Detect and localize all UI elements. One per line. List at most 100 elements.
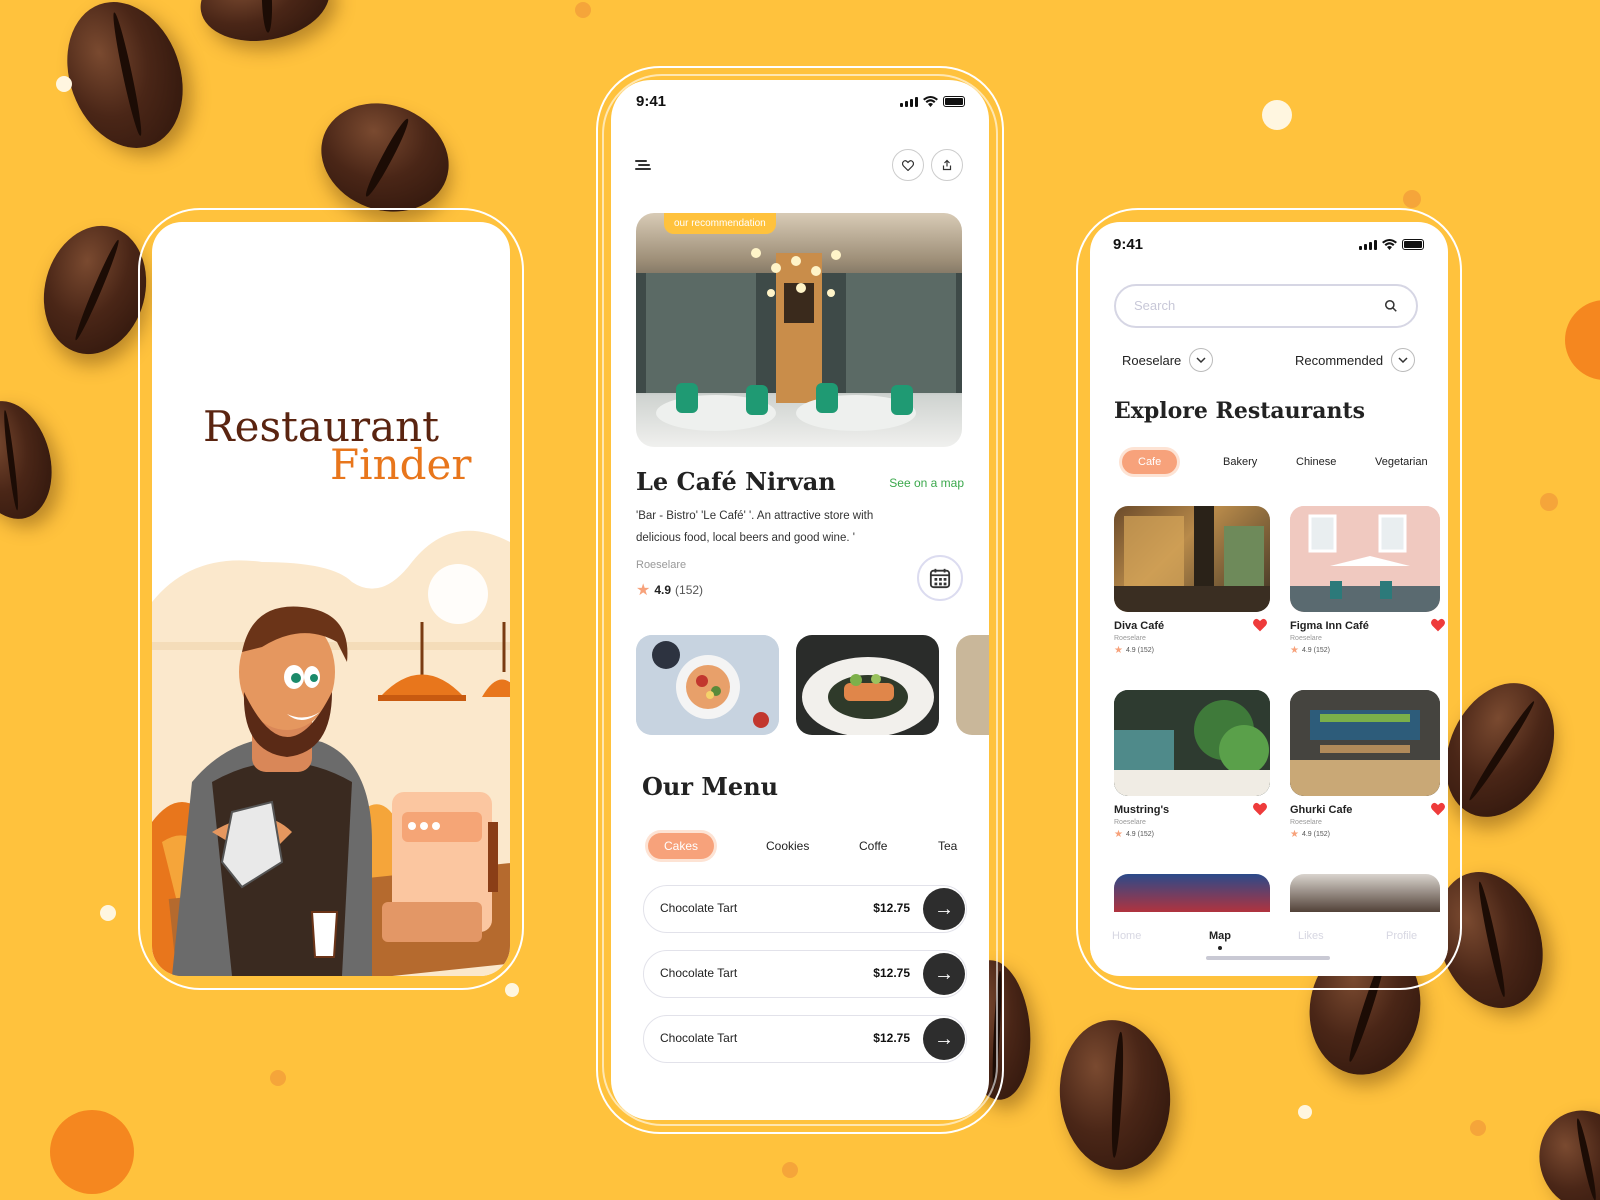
coffee-bean	[1053, 1015, 1177, 1175]
review-count: (152)	[675, 583, 704, 597]
nav-map[interactable]: Map	[1209, 930, 1231, 942]
search-box	[1114, 284, 1418, 328]
decor-dot	[100, 905, 116, 921]
cafe-illustration	[1290, 506, 1440, 612]
decor-dot	[270, 1070, 286, 1086]
barista-illustration	[152, 530, 510, 976]
restaurant-card[interactable]: Ghurki Cafe Roeselare ★ 4.9 (152)	[1290, 690, 1445, 840]
arrow-right-icon[interactable]: →	[923, 1018, 965, 1060]
see-on-map-link[interactable]: See on a map	[889, 476, 964, 490]
search-icon[interactable]	[1384, 299, 1398, 313]
menu-item-row[interactable]: Chocolate Tart $12.75 →	[643, 950, 967, 998]
rating-value: 4.9 (152)	[1125, 647, 1154, 654]
menu-item-price: $12.75	[873, 1031, 910, 1045]
decor-dot	[505, 983, 519, 997]
calendar-icon	[929, 568, 951, 589]
cafe-illustration	[1114, 506, 1270, 612]
restaurant-photo	[1290, 690, 1440, 796]
decor-dot	[1403, 190, 1421, 208]
signal-icon	[1359, 240, 1377, 250]
signal-icon	[900, 97, 918, 107]
restaurant-rating: ★ 4.9 (152)	[1290, 645, 1440, 656]
share-button[interactable]	[931, 149, 963, 181]
decor-dot	[1470, 1120, 1486, 1136]
explore-screen: 9:41 Roeselare Recommended Explore Resta…	[1090, 222, 1448, 976]
battery-icon	[943, 96, 965, 107]
restaurant-name: Diva Café	[1114, 620, 1165, 632]
status-bar: 9:41	[1090, 222, 1448, 262]
heart-outline-icon	[902, 159, 914, 171]
tab-tea[interactable]: Tea	[938, 839, 957, 853]
restaurant-card[interactable]: Diva Café Roeselare ★ 4.9 (152)	[1114, 506, 1270, 656]
wifi-icon	[923, 96, 938, 107]
wifi-icon	[1382, 239, 1397, 250]
restaurant-name: Figma Inn Café	[1290, 620, 1369, 632]
coffee-bean	[0, 391, 65, 529]
restaurant-name: Ghurki Cafe	[1290, 804, 1353, 816]
menu-item-name: Chocolate Tart	[660, 901, 738, 915]
restaurant-description: 'Bar - Bistro' 'Le Café' '. An attractiv…	[636, 510, 874, 544]
decor-dot	[1540, 493, 1558, 511]
chandelier-illustration	[636, 248, 962, 431]
sort-dropdown-label: Recommended	[1295, 352, 1384, 368]
cafe-illustration	[1114, 690, 1270, 796]
tab-cookies[interactable]: Cookies	[766, 839, 809, 853]
sort-dropdown[interactable]: Recommended	[1295, 348, 1416, 372]
location-dropdown[interactable]: Roeselare	[1122, 348, 1214, 372]
status-time: 9:41	[636, 93, 667, 110]
favorite-button[interactable]	[892, 149, 924, 181]
restaurant-photo-partial[interactable]	[1114, 874, 1270, 914]
arrow-right-icon[interactable]: →	[923, 953, 965, 995]
star-icon: ★	[636, 582, 651, 599]
splash-screen: Restaurant Finder	[152, 222, 510, 976]
restaurant-photo-partial[interactable]	[1290, 874, 1440, 914]
star-icon: ★	[1114, 829, 1123, 840]
status-icons	[1359, 239, 1424, 250]
category-vegetarian[interactable]: Vegetarian	[1375, 456, 1428, 468]
food-illustration	[796, 635, 939, 735]
food-photo[interactable]	[796, 635, 939, 735]
restaurant-rating: ★ 4.9 (152)	[1114, 645, 1270, 656]
tab-cakes[interactable]: Cakes	[648, 833, 715, 859]
restaurant-hero-image[interactable]: our recommendation	[636, 213, 962, 447]
heart-icon[interactable]	[1430, 618, 1446, 632]
book-table-button[interactable]	[917, 555, 963, 601]
restaurant-rating: ★ 4.9 (152)	[1114, 829, 1270, 840]
restaurant-photo	[1114, 690, 1270, 796]
restaurant-rating: ★ 4.9 (152)	[1290, 829, 1440, 840]
rating-value: 4.9 (152)	[1125, 831, 1154, 838]
decor-dot	[56, 76, 72, 92]
food-photo[interactable]	[956, 635, 989, 735]
menu-item-row[interactable]: Chocolate Tart $12.75 →	[643, 885, 967, 933]
heart-icon[interactable]	[1252, 802, 1268, 816]
heart-icon[interactable]	[1252, 618, 1268, 632]
tab-coffe[interactable]: Coffe	[859, 839, 887, 853]
nav-profile[interactable]: Profile	[1386, 930, 1417, 942]
coffee-bean	[194, 0, 336, 51]
rating-value: 4.9	[654, 583, 672, 597]
hamburger-icon[interactable]	[635, 158, 653, 172]
menu-item-row[interactable]: Chocolate Tart $12.75 →	[643, 1015, 967, 1063]
nav-home[interactable]: Home	[1112, 930, 1141, 942]
category-chinese[interactable]: Chinese	[1296, 456, 1336, 468]
cafe-illustration	[1290, 690, 1440, 796]
restaurant-card[interactable]: Figma Inn Café Roeselare ★ 4.9 (152)	[1290, 506, 1445, 656]
decor-dot	[782, 1162, 798, 1178]
chevron-down-icon	[1391, 348, 1416, 372]
recommendation-badge: our recommendation	[664, 213, 776, 234]
restaurant-location: Roeselare	[1290, 819, 1322, 826]
search-input[interactable]	[1134, 298, 1354, 313]
heart-icon[interactable]	[1430, 802, 1446, 816]
menu-item-name: Chocolate Tart	[660, 966, 738, 980]
rating-value: 4.9 (152)	[1301, 647, 1330, 654]
category-bakery[interactable]: Bakery	[1223, 456, 1257, 468]
restaurant-card[interactable]: Mustring's Roeselare ★ 4.9 (152)	[1114, 690, 1270, 840]
location-dropdown-label: Roeselare	[1122, 352, 1182, 368]
nav-likes[interactable]: Likes	[1298, 930, 1324, 942]
rating-value: 4.9 (152)	[1301, 831, 1330, 838]
food-photo[interactable]	[636, 635, 779, 735]
category-cafe[interactable]: Cafe	[1122, 450, 1178, 474]
arrow-right-icon[interactable]: →	[923, 888, 965, 930]
restaurant-photo	[1290, 506, 1440, 612]
coffee-bean	[1525, 1097, 1600, 1200]
